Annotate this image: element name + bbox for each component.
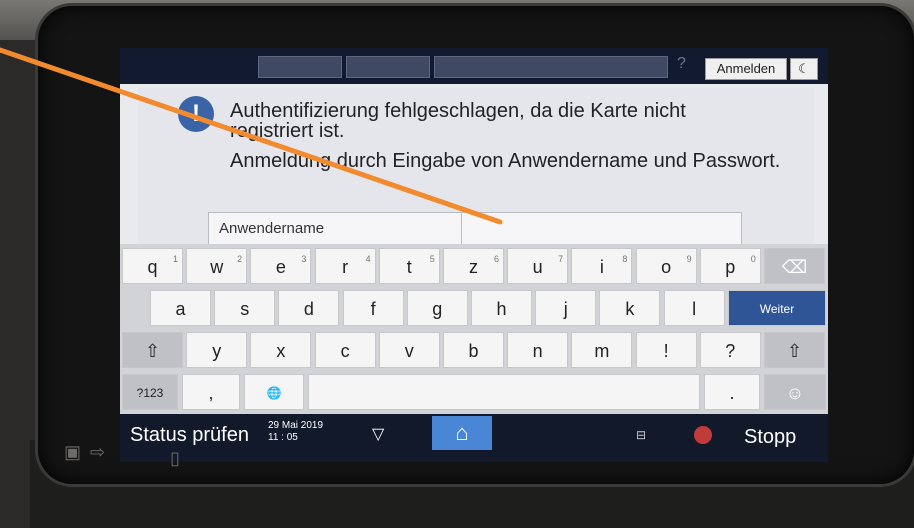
key-j[interactable]: j bbox=[535, 290, 597, 326]
stop-icon[interactable] bbox=[694, 426, 712, 444]
shift-key[interactable]: ⇧ bbox=[122, 332, 183, 368]
lock-icon: ▣ bbox=[64, 442, 82, 462]
key-label: e bbox=[275, 257, 286, 277]
key-label: w bbox=[210, 257, 224, 277]
on-screen-keyboard: 1 q 2 w 3 e 4 r 5 t 6 z 7 u 8 i 9 o 0 p ⌫ a s d f g h j k l Weiter ⇧ y… bbox=[120, 244, 828, 414]
key-q[interactable]: 1q bbox=[122, 248, 183, 284]
key-k[interactable]: k bbox=[599, 290, 661, 326]
key-label: z bbox=[469, 257, 478, 277]
key-number-hint: 2 bbox=[237, 254, 243, 264]
status-check-button[interactable]: Status prüfen bbox=[130, 424, 249, 447]
key-y[interactable]: y bbox=[186, 332, 248, 368]
key-label: r bbox=[342, 257, 349, 277]
status-slot bbox=[258, 56, 342, 78]
key-d[interactable]: d bbox=[278, 290, 340, 326]
key-x[interactable]: x bbox=[250, 332, 312, 368]
key-o[interactable]: 9o bbox=[635, 248, 697, 284]
key-label: p bbox=[725, 257, 736, 277]
key-w[interactable]: 2w bbox=[186, 248, 248, 284]
status-slot bbox=[346, 56, 430, 78]
key-number-hint: 3 bbox=[301, 254, 307, 264]
key-label: q bbox=[147, 257, 158, 277]
key-c[interactable]: c bbox=[314, 332, 376, 368]
touch-screen: ? Anmelden ☾ ! Authentifizierung fehlges… bbox=[120, 48, 828, 462]
help-icon[interactable]: ? bbox=[677, 55, 686, 73]
memory-icon: ⊟ bbox=[636, 428, 647, 442]
key-l[interactable]: l bbox=[663, 290, 725, 326]
key-?[interactable]: ? bbox=[699, 332, 761, 368]
key-label: u bbox=[532, 257, 543, 277]
key-m[interactable]: m bbox=[571, 332, 633, 368]
enter-key[interactable]: Weiter bbox=[728, 290, 826, 326]
dropdown-arrow-icon[interactable]: ▽ bbox=[372, 424, 384, 444]
login-button[interactable]: Anmelden bbox=[705, 58, 787, 80]
key-a[interactable]: a bbox=[150, 290, 211, 326]
status-slot bbox=[434, 56, 668, 78]
period-key[interactable]: . bbox=[704, 374, 760, 410]
space-key[interactable] bbox=[308, 374, 700, 410]
key-e[interactable]: 3e bbox=[250, 248, 312, 284]
comma-key[interactable]: , bbox=[182, 374, 240, 410]
key-s[interactable]: s bbox=[214, 290, 276, 326]
key-n[interactable]: n bbox=[507, 332, 569, 368]
doc-icon: ▯ bbox=[170, 448, 180, 468]
key-number-hint: 9 bbox=[686, 254, 692, 264]
key-label: i bbox=[599, 257, 604, 277]
globe-key[interactable]: 🌐 bbox=[244, 374, 304, 410]
key-b[interactable]: b bbox=[443, 332, 504, 368]
emoji-key[interactable]: ☺ bbox=[764, 374, 826, 410]
home-button[interactable]: ⌂ bbox=[432, 416, 492, 450]
key-v[interactable]: v bbox=[378, 332, 440, 368]
date-time: 29 Mai 2019 11 : 05 bbox=[268, 420, 323, 444]
key-number-hint: 0 bbox=[750, 254, 756, 264]
field-divider bbox=[461, 213, 462, 245]
key-t[interactable]: 5t bbox=[378, 248, 440, 284]
key-i[interactable]: 8i bbox=[571, 248, 633, 284]
key-number-hint: 4 bbox=[365, 254, 371, 264]
key-number-hint: 1 bbox=[172, 254, 178, 264]
date-text: 29 Mai 2019 bbox=[268, 420, 324, 431]
key-number-hint: 6 bbox=[493, 254, 499, 264]
key-number-hint: 8 bbox=[622, 254, 628, 264]
bottom-bar: Status prüfen 29 Mai 2019 11 : 05 ▽ ⌂ ⊟ … bbox=[120, 414, 828, 462]
numbers-key[interactable]: ?123 bbox=[122, 374, 178, 410]
key-label: o bbox=[661, 257, 672, 277]
key-number-hint: 5 bbox=[429, 254, 435, 264]
message-line: registriert ist. bbox=[230, 120, 345, 142]
backspace-key[interactable]: ⌫ bbox=[764, 248, 825, 284]
message-line: Anmeldung durch Eingabe von Anwendername… bbox=[230, 150, 781, 172]
key-number-hint: 7 bbox=[558, 254, 564, 264]
top-bar: ? Anmelden ☾ bbox=[120, 48, 828, 84]
key-z[interactable]: 6z bbox=[443, 248, 504, 284]
energy-save-button[interactable]: ☾ bbox=[790, 58, 818, 80]
username-label: Anwendername bbox=[219, 220, 325, 237]
key-r[interactable]: 4r bbox=[314, 248, 376, 284]
shift-key[interactable]: ⇧ bbox=[764, 332, 825, 368]
key-label: t bbox=[406, 257, 412, 277]
login-arrow-icon: ⇨ bbox=[90, 442, 106, 462]
username-input[interactable] bbox=[467, 217, 739, 243]
key-label: ⌫ bbox=[781, 257, 808, 277]
key-![interactable]: ! bbox=[635, 332, 697, 368]
stop-button[interactable]: Stopp bbox=[744, 426, 796, 449]
key-g[interactable]: g bbox=[406, 290, 468, 326]
key-p[interactable]: 0p bbox=[699, 248, 761, 284]
info-icon: ! bbox=[178, 96, 214, 132]
key-h[interactable]: h bbox=[471, 290, 532, 326]
time-text: 11 : 05 bbox=[268, 432, 298, 443]
key-f[interactable]: f bbox=[342, 290, 404, 326]
key-u[interactable]: 7u bbox=[507, 248, 569, 284]
username-field[interactable]: Anwendername bbox=[208, 212, 742, 246]
